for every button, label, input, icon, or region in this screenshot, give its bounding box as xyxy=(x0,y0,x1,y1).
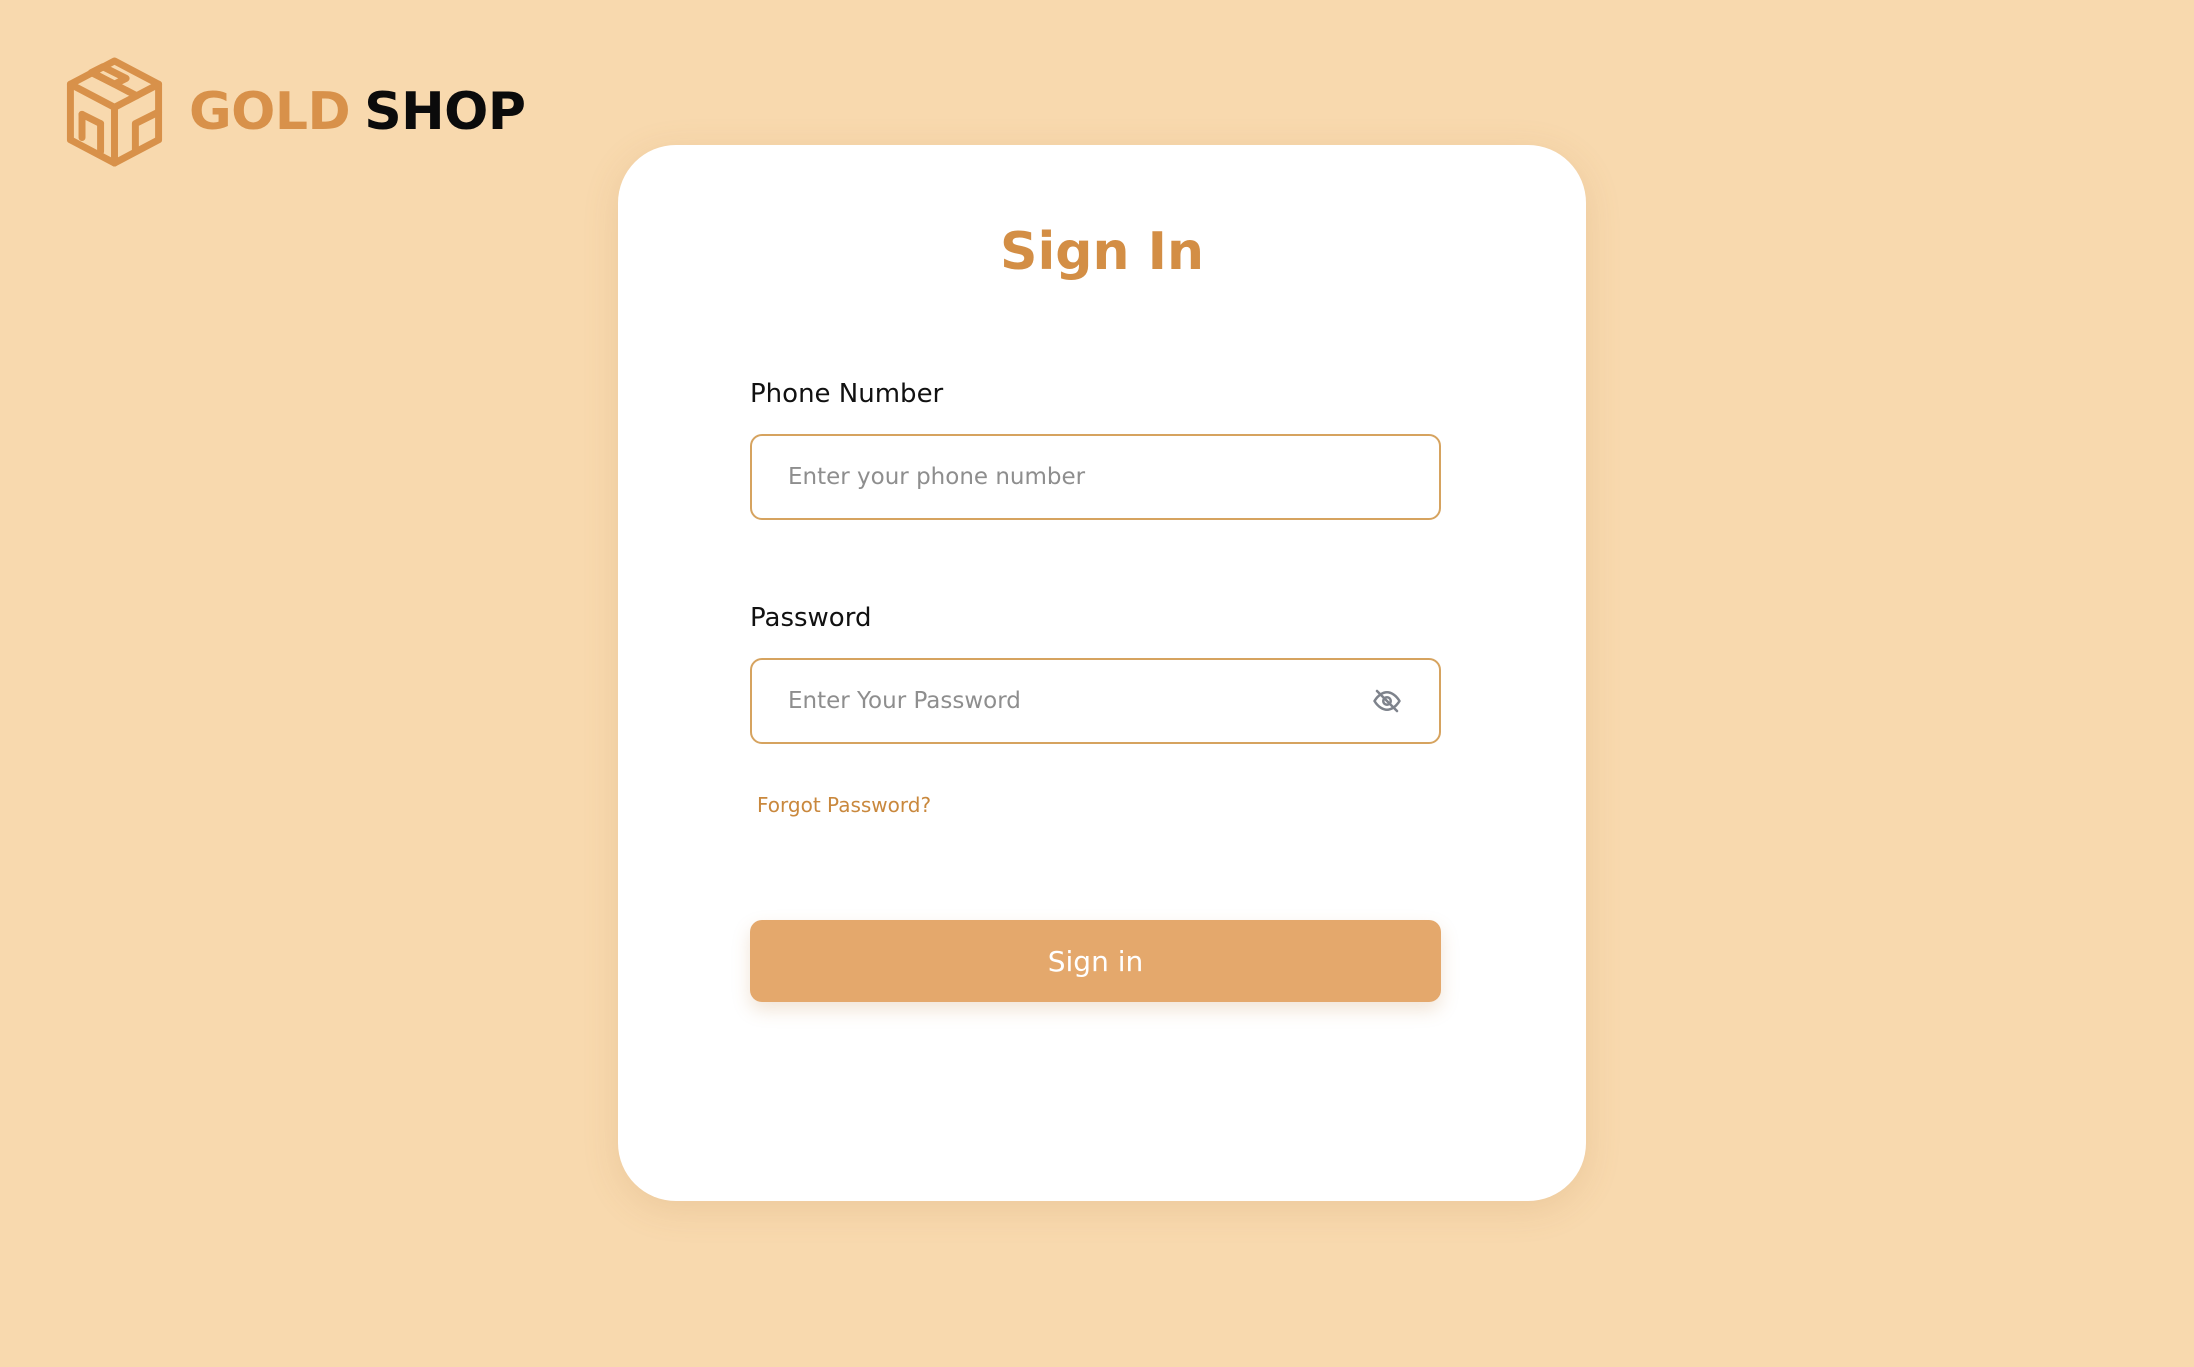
brand-name-shop: SHOP xyxy=(364,82,526,142)
password-label: Password xyxy=(750,603,872,633)
phone-number-field-container xyxy=(750,434,1441,520)
forgot-password-link[interactable]: Forgot Password? xyxy=(757,795,931,815)
phone-number-input[interactable] xyxy=(752,436,1439,518)
toggle-password-visibility-button[interactable] xyxy=(1371,685,1403,717)
brand-name-gold: GOLD xyxy=(189,82,351,142)
brand-logo[interactable]: GOLD SHOP xyxy=(56,54,526,170)
eye-slash-icon xyxy=(1372,686,1402,716)
cube-box-icon xyxy=(56,54,173,170)
password-input[interactable] xyxy=(752,660,1439,742)
page-title: Sign In xyxy=(1000,222,1204,282)
sign-in-card: Sign In Phone Number Password Forgot Pas… xyxy=(618,145,1586,1201)
password-field-container xyxy=(750,658,1441,744)
phone-number-label: Phone Number xyxy=(750,379,944,409)
sign-in-button[interactable]: Sign in xyxy=(750,920,1441,1002)
brand-name: GOLD SHOP xyxy=(189,86,526,138)
